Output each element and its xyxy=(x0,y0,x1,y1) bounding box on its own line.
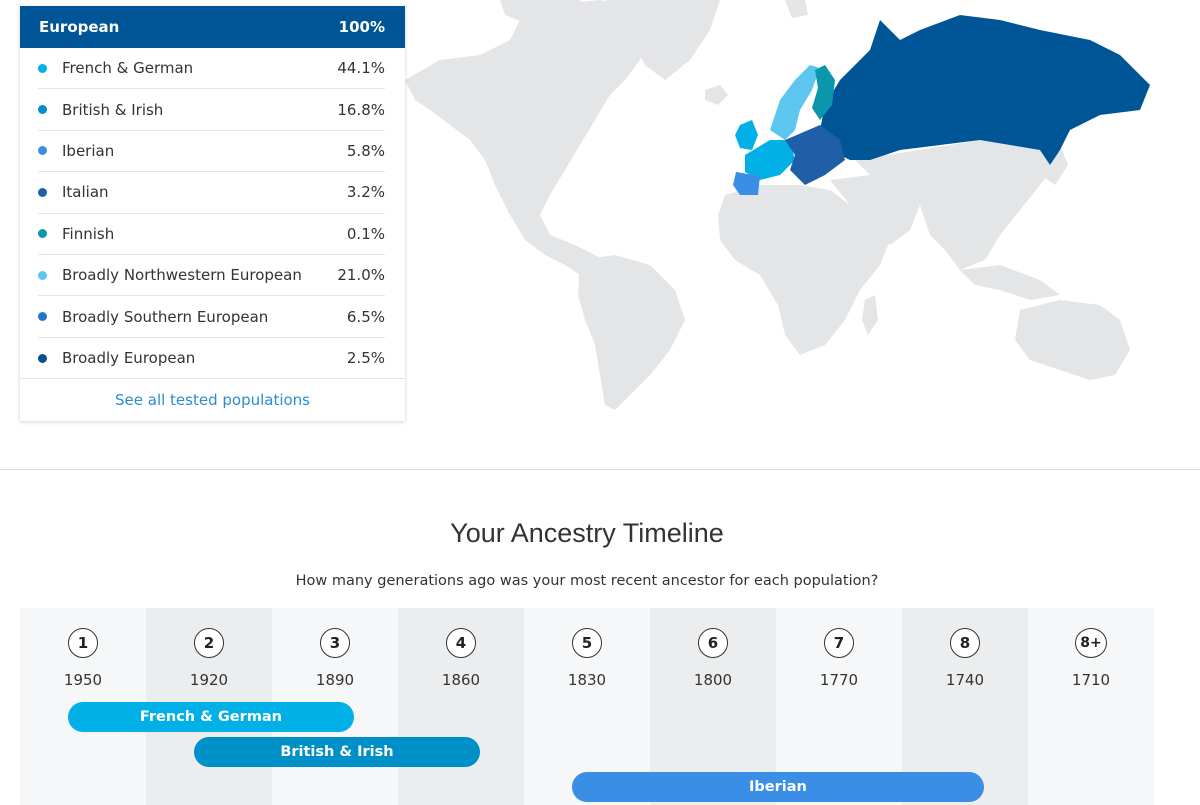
map-section: European 100% French & German 44.1% Britis… xyxy=(0,0,1200,470)
generation-column: 4 1860 xyxy=(398,608,524,805)
population-percent: 2.5% xyxy=(346,349,385,368)
population-label-group: British & Irish xyxy=(38,101,163,119)
population-name: Finnish xyxy=(62,224,115,243)
population-row[interactable]: French & German 44.1% xyxy=(38,48,385,90)
population-row[interactable]: Finnish 0.1% xyxy=(38,214,385,255)
population-percent: 3.2% xyxy=(346,183,385,202)
generation-number: 4 xyxy=(446,628,476,658)
population-row[interactable]: British & Irish 16.8% xyxy=(38,89,385,131)
svalbard xyxy=(785,0,808,18)
population-color-dot-icon xyxy=(38,270,47,280)
madagascar xyxy=(862,295,878,335)
card-header: European 100% xyxy=(20,6,405,48)
generation-year: 1800 xyxy=(693,671,733,689)
population-percent: 16.8% xyxy=(337,100,385,119)
british-isles-region xyxy=(735,120,758,150)
generation-year: 1710 xyxy=(1071,671,1111,689)
timeline-bar[interactable]: French & German xyxy=(68,702,354,732)
population-label-group: Finnish xyxy=(38,225,114,243)
population-name: Italian xyxy=(62,183,109,202)
population-name: British & Irish xyxy=(62,100,164,119)
section-divider xyxy=(0,469,1200,470)
generation-number: 8+ xyxy=(1075,628,1107,658)
population-row[interactable]: Broadly Southern European 6.5% xyxy=(38,296,385,338)
population-row[interactable]: Italian 3.2% xyxy=(38,172,385,214)
population-percent: 6.5% xyxy=(346,307,385,326)
header-label: European xyxy=(39,18,120,36)
south-america xyxy=(578,255,685,410)
generation-year: 1830 xyxy=(567,671,607,689)
population-label-group: Iberian xyxy=(38,142,114,160)
ancestry-card: European 100% French & German 44.1% Britis… xyxy=(20,6,405,421)
population-percent: 21.0% xyxy=(337,266,385,285)
generation-year: 1890 xyxy=(315,671,355,689)
generation-year: 1920 xyxy=(189,671,229,689)
southeast-asia xyxy=(960,265,1060,300)
population-name: Broadly European xyxy=(62,349,196,368)
see-all-populations-link[interactable]: See all tested populations xyxy=(115,391,310,409)
population-color-dot-icon xyxy=(38,146,47,156)
north-america xyxy=(405,0,650,285)
population-label-group: French & German xyxy=(38,59,193,77)
population-percent: 44.1% xyxy=(337,59,385,78)
timeline-title: Your Ancestry Timeline xyxy=(450,518,724,548)
population-color-dot-icon xyxy=(38,187,47,197)
generation-number: 7 xyxy=(824,628,854,658)
generation-number: 5 xyxy=(572,628,602,658)
generation-column: 8+ 1710 xyxy=(1028,608,1154,805)
generation-year: 1860 xyxy=(441,671,481,689)
card-footer: See all tested populations xyxy=(20,378,405,420)
population-name: French & German xyxy=(62,59,194,78)
population-row[interactable]: Broadly Northwestern European 21.0% xyxy=(38,255,385,297)
population-name: Broadly Southern European xyxy=(62,307,269,326)
timeline-grid: 1 1950 2 1920 3 1890 4 1860 5 1830 6 1800 7 1770 8 1740… xyxy=(20,608,1154,805)
generation-number: 1 xyxy=(68,628,98,658)
population-color-dot-icon xyxy=(38,353,47,363)
population-row[interactable]: Broadly European 2.5% xyxy=(38,338,385,379)
generation-year: 1770 xyxy=(819,671,859,689)
population-color-dot-icon xyxy=(38,229,47,239)
population-list: French & German 44.1% British & Irish 16.8%… xyxy=(20,48,405,379)
australia xyxy=(1015,300,1130,380)
population-percent: 5.8% xyxy=(346,141,385,160)
generation-year: 1950 xyxy=(63,671,103,689)
header-percent: 100% xyxy=(338,18,385,36)
population-color-dot-icon xyxy=(38,105,47,115)
iceland xyxy=(705,85,728,105)
population-row[interactable]: Iberian 5.8% xyxy=(38,131,385,173)
generation-number: 3 xyxy=(320,628,350,658)
generation-number: 8 xyxy=(950,628,980,658)
population-label-group: Broadly Southern European xyxy=(38,308,268,326)
population-percent: 0.1% xyxy=(346,224,385,243)
world-map xyxy=(405,0,1150,410)
population-label-group: Broadly European xyxy=(38,349,195,367)
timeline-bar[interactable]: British & Irish xyxy=(194,737,480,767)
timeline-subtitle: How many generations ago was your most r… xyxy=(295,573,879,589)
population-label-group: Broadly Northwestern European xyxy=(38,266,302,284)
population-name: Broadly Northwestern European xyxy=(62,266,302,285)
population-color-dot-icon xyxy=(38,312,47,322)
timeline-bar[interactable]: Iberian xyxy=(572,772,984,802)
generation-number: 2 xyxy=(194,628,224,658)
generation-year: 1740 xyxy=(945,671,985,689)
population-name: Iberian xyxy=(62,141,115,160)
generation-number: 6 xyxy=(698,628,728,658)
population-label-group: Italian xyxy=(38,183,109,201)
population-color-dot-icon xyxy=(38,63,47,73)
iberia-region xyxy=(733,172,760,195)
